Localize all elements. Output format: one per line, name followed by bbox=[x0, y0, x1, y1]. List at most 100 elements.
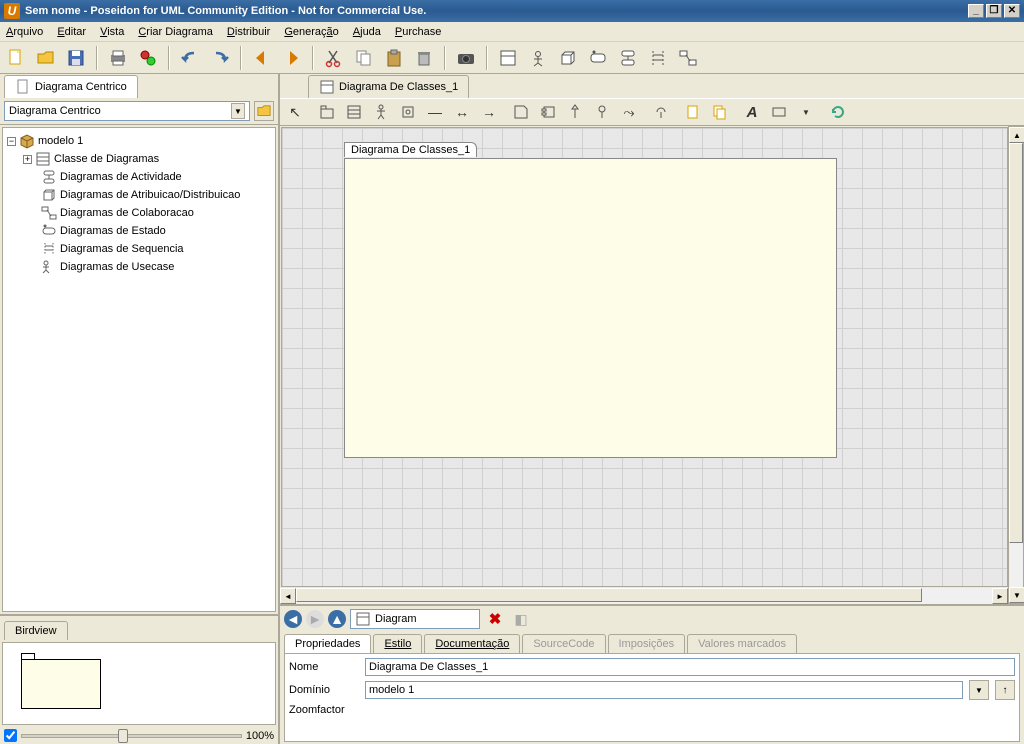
vertical-scrollbar[interactable]: ▲▼ bbox=[1008, 126, 1024, 604]
generalization-tool[interactable] bbox=[564, 101, 586, 123]
canvas-toolbar: ↖ — ↔ → ⤳ A ▼ bbox=[280, 98, 1024, 126]
tree-item[interactable]: Diagramas de Sequencia bbox=[5, 240, 273, 258]
tab-birdview[interactable]: Birdview bbox=[4, 621, 68, 640]
directed-tool[interactable]: → bbox=[478, 101, 500, 123]
font-tool[interactable]: A bbox=[741, 101, 763, 123]
nav-back-button[interactable] bbox=[250, 46, 274, 70]
usage-tool[interactable] bbox=[650, 101, 672, 123]
realization-tool[interactable] bbox=[591, 101, 613, 123]
eraser-button[interactable]: ◧ bbox=[510, 608, 532, 630]
rect-tool[interactable] bbox=[768, 101, 790, 123]
folder-button[interactable] bbox=[254, 101, 274, 121]
undo-button[interactable] bbox=[178, 46, 202, 70]
print-button[interactable] bbox=[106, 46, 130, 70]
birdview-canvas[interactable] bbox=[2, 642, 276, 725]
model-tree: − modelo 1 + Classe de Diagramas Diagram… bbox=[2, 127, 276, 612]
zoom-slider[interactable] bbox=[21, 734, 242, 738]
slider-thumb[interactable] bbox=[118, 729, 128, 743]
diagram-deployment-button[interactable] bbox=[556, 46, 580, 70]
new-doc-tool[interactable] bbox=[682, 101, 704, 123]
menu-purchase[interactable]: Purchase bbox=[395, 26, 441, 38]
save-button[interactable] bbox=[64, 46, 88, 70]
diagram-title-tab[interactable]: Diagrama De Classes_1 bbox=[344, 142, 477, 157]
actor-tool[interactable] bbox=[370, 101, 392, 123]
horizontal-scrollbar[interactable]: ◄► bbox=[280, 588, 1008, 604]
new-button[interactable] bbox=[4, 46, 28, 70]
document-icon bbox=[15, 79, 31, 95]
menu-vista[interactable]: Vista bbox=[100, 26, 124, 38]
camera-button[interactable] bbox=[454, 46, 478, 70]
menu-editar[interactable]: Editar bbox=[57, 26, 86, 38]
tab-diagrama-centrico[interactable]: Diagrama Centrico bbox=[4, 75, 138, 98]
cut-button[interactable] bbox=[322, 46, 346, 70]
interface-tool[interactable] bbox=[397, 101, 419, 123]
paste-button[interactable] bbox=[382, 46, 406, 70]
combo-value: Diagrama Centrico bbox=[9, 105, 101, 117]
menu-generacao[interactable]: Generação bbox=[284, 26, 338, 38]
zoom-checkbox[interactable] bbox=[4, 729, 17, 742]
tree-item[interactable]: Diagramas de Colaboracao bbox=[5, 204, 273, 222]
minimize-button[interactable]: _ bbox=[968, 4, 984, 18]
goto-button[interactable]: ↑ bbox=[995, 680, 1015, 700]
collapse-icon[interactable]: − bbox=[7, 137, 16, 146]
open-button[interactable] bbox=[34, 46, 58, 70]
settings-button[interactable] bbox=[136, 46, 160, 70]
menu-ajuda[interactable]: Ajuda bbox=[353, 26, 381, 38]
sequence-icon bbox=[41, 241, 57, 257]
diagram-usecase-button[interactable] bbox=[526, 46, 550, 70]
dropdown-button[interactable]: ▼ bbox=[969, 680, 989, 700]
maximize-button[interactable]: ❐ bbox=[986, 4, 1002, 18]
package-tool[interactable] bbox=[316, 101, 338, 123]
class-diagram-icon bbox=[35, 151, 51, 167]
tree-class-group[interactable]: + Classe de Diagramas bbox=[5, 150, 273, 168]
menu-criar-diagrama[interactable]: Criar Diagrama bbox=[138, 26, 213, 38]
usecase-icon bbox=[41, 259, 57, 275]
tab-diagram-classes[interactable]: Diagrama De Classes_1 bbox=[308, 75, 469, 98]
diagram-state-button[interactable] bbox=[586, 46, 610, 70]
delete-button[interactable] bbox=[412, 46, 436, 70]
tree-item[interactable]: Diagramas de Estado bbox=[5, 222, 273, 240]
prop-input-nome[interactable]: Diagrama De Classes_1 bbox=[365, 658, 1015, 676]
menu-arquivo[interactable]: Arquivo bbox=[6, 26, 43, 38]
diagram-class-button[interactable] bbox=[496, 46, 520, 70]
delete-red-button[interactable]: ✖ bbox=[484, 608, 506, 630]
tree-item[interactable]: Diagramas de Atribuicao/Distribuicao bbox=[5, 186, 273, 204]
copy-button[interactable] bbox=[352, 46, 376, 70]
nav-up-button[interactable]: ▲ bbox=[328, 610, 346, 628]
tab-propriedades[interactable]: Propriedades bbox=[284, 634, 371, 653]
diagram-activity-button[interactable] bbox=[616, 46, 640, 70]
diagram-collab-button[interactable] bbox=[676, 46, 700, 70]
menu-distribuir[interactable]: Distribuir bbox=[227, 26, 270, 38]
class-diagram-icon bbox=[319, 79, 335, 95]
dropdown-tool[interactable]: ▼ bbox=[795, 101, 817, 123]
collab-icon bbox=[41, 205, 57, 221]
close-button[interactable]: ✕ bbox=[1004, 4, 1020, 18]
prop-input-dominio[interactable]: modelo 1 bbox=[365, 681, 963, 699]
dependency-tool[interactable]: ⤳ bbox=[618, 101, 640, 123]
class-tool[interactable] bbox=[343, 101, 365, 123]
pointer-tool[interactable]: ↖ bbox=[284, 101, 306, 123]
tree-item[interactable]: Diagramas de Actividade bbox=[5, 168, 273, 186]
redo-button[interactable] bbox=[208, 46, 232, 70]
tab-estilo[interactable]: Estilo bbox=[373, 634, 422, 653]
tree-root-modelo[interactable]: − modelo 1 bbox=[5, 132, 273, 150]
nav-combo[interactable]: Diagram bbox=[350, 609, 480, 629]
diagram-canvas[interactable]: Diagrama De Classes_1 bbox=[281, 127, 1008, 587]
left-tabbar: Diagrama Centrico bbox=[0, 74, 278, 98]
nav-back-button[interactable]: ◄ bbox=[284, 610, 302, 628]
biassoc-tool[interactable]: ↔ bbox=[451, 101, 473, 123]
copy-doc-tool[interactable] bbox=[709, 101, 731, 123]
note-tool[interactable] bbox=[510, 101, 532, 123]
tree-label: Diagramas de Atribuicao/Distribuicao bbox=[60, 189, 240, 201]
nav-forward-button[interactable] bbox=[280, 46, 304, 70]
window-title: Sem nome - Poseidon for UML Community Ed… bbox=[25, 5, 426, 17]
component-tool[interactable] bbox=[537, 101, 559, 123]
view-selector-combo[interactable]: Diagrama Centrico ▼ bbox=[4, 101, 250, 121]
tree-item[interactable]: Diagramas de Usecase bbox=[5, 258, 273, 276]
diagram-surface[interactable] bbox=[344, 158, 837, 458]
refresh-tool[interactable] bbox=[827, 101, 849, 123]
expand-icon[interactable]: + bbox=[23, 155, 32, 164]
diagram-sequence-button[interactable] bbox=[646, 46, 670, 70]
tab-documentacao[interactable]: Documentação bbox=[424, 634, 520, 653]
association-tool[interactable]: — bbox=[424, 101, 446, 123]
